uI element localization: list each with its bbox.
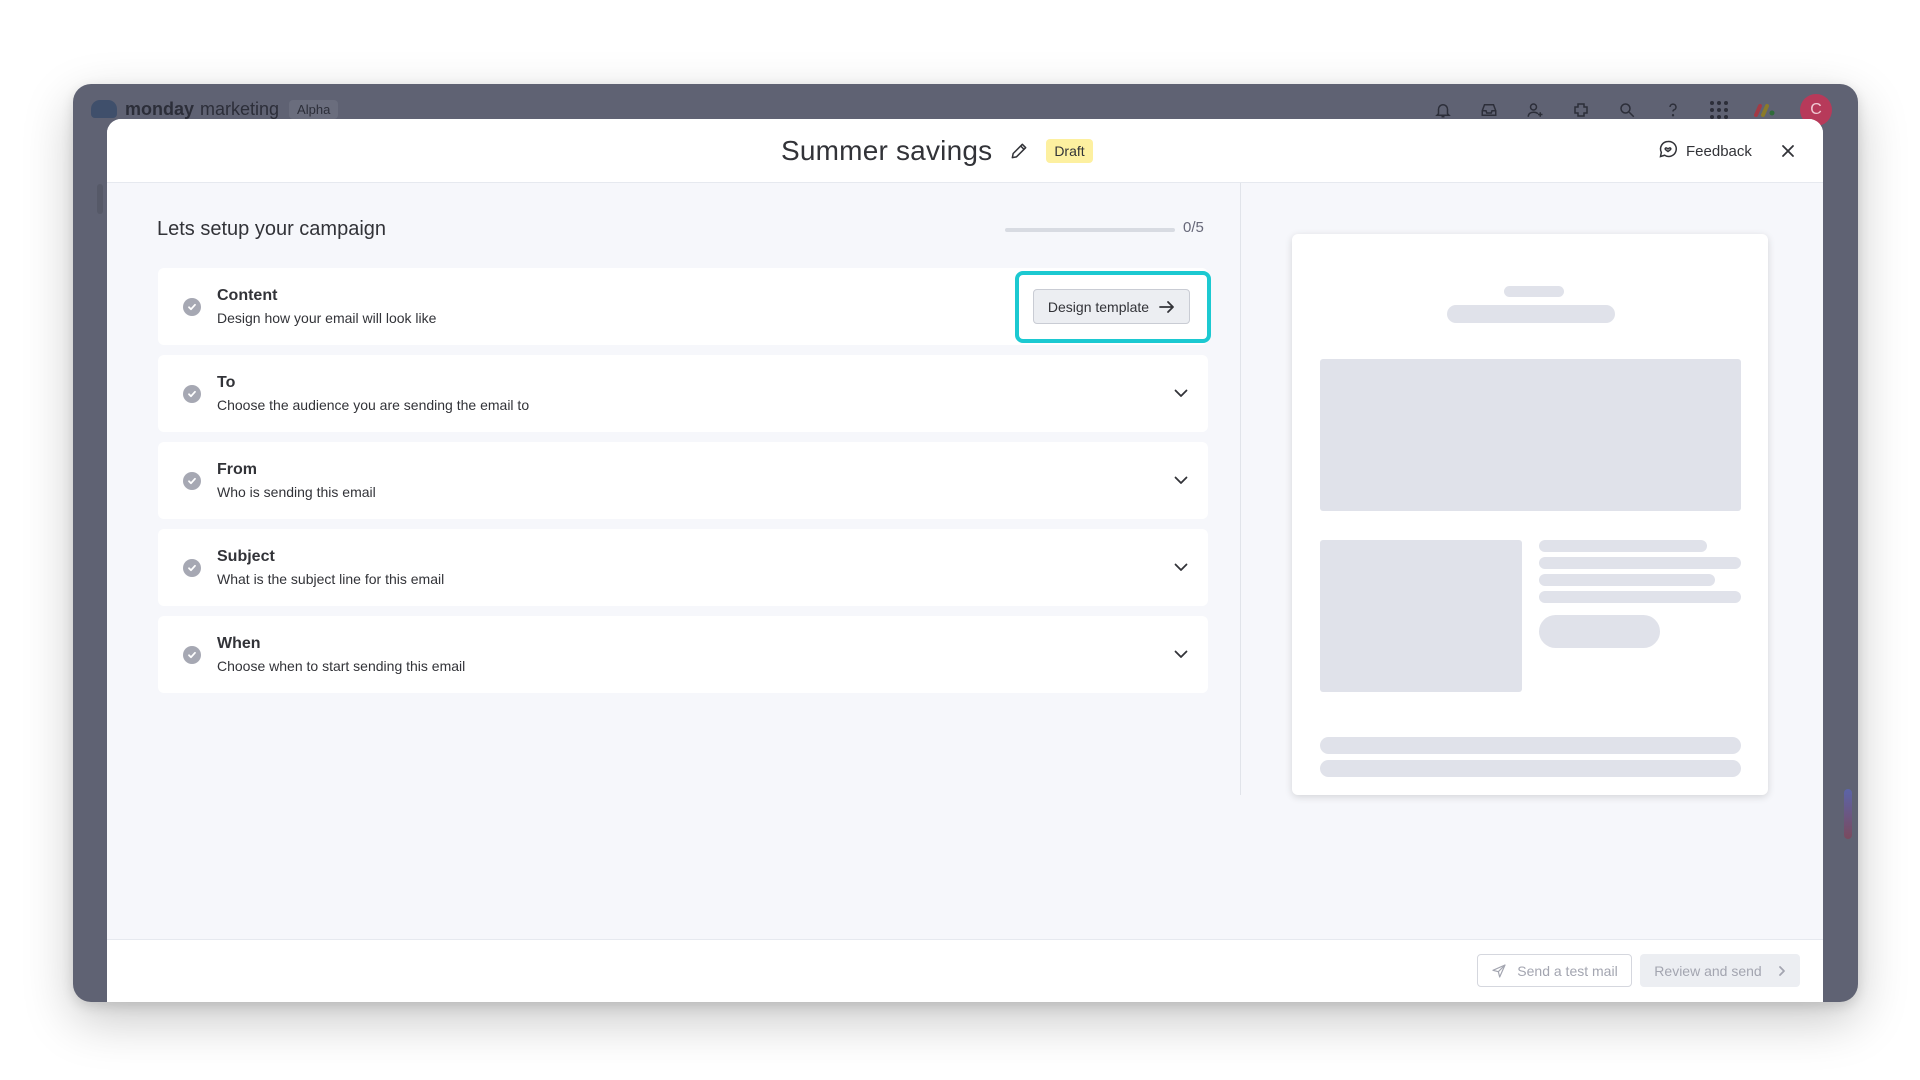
preview-button-placeholder (1539, 615, 1660, 648)
check-circle-icon (183, 472, 201, 490)
check-circle-icon (183, 298, 201, 316)
app-brand-sub: marketing (200, 98, 280, 119)
step-subject[interactable]: Subject What is the subject line for thi… (158, 529, 1208, 606)
step-description: What is the subject line for this email (217, 571, 445, 587)
chevron-down-icon[interactable] (1171, 557, 1191, 577)
monday-logo-icon (91, 100, 117, 118)
step-title: When (217, 635, 261, 652)
review-and-send-button[interactable]: Review and send (1640, 954, 1800, 987)
chevron-down-icon[interactable] (1171, 470, 1191, 490)
send-icon (1492, 963, 1506, 978)
send-test-mail-label: Send a test mail (1517, 962, 1618, 979)
app-brand: monday (125, 98, 195, 119)
chat-bubble-icon (1658, 139, 1678, 163)
bell-icon[interactable] (1432, 99, 1454, 121)
check-circle-icon (183, 646, 201, 664)
monday-logo-icon[interactable] (1754, 99, 1776, 121)
preview-hero-placeholder (1320, 359, 1741, 511)
step-to[interactable]: To Choose the audience you are sending t… (158, 355, 1208, 432)
modal-header: Summer savings Draft Feedback (107, 119, 1823, 183)
step-title: Subject (217, 548, 275, 565)
preview-placeholder (1539, 574, 1715, 586)
step-title: From (217, 461, 257, 478)
status-badge: Draft (1046, 139, 1093, 163)
feedback-label: Feedback (1686, 142, 1752, 160)
preview-placeholder (1539, 540, 1707, 552)
send-test-mail-button[interactable]: Send a test mail (1477, 954, 1632, 987)
modal-footer: Send a test mail Review and send (107, 939, 1823, 1002)
check-circle-icon (183, 559, 201, 577)
design-template-label: Design template (1047, 298, 1150, 315)
apps-grid-icon[interactable] (1708, 99, 1730, 121)
chevron-right-icon (1778, 965, 1785, 976)
review-and-send-label: Review and send (1654, 962, 1762, 979)
step-description: Choose when to start sending this email (217, 658, 466, 674)
setup-panel: Lets setup your campaign 0/5 Content Des… (107, 183, 1241, 795)
step-content[interactable]: Content Design how your email will look … (158, 268, 1211, 345)
inbox-icon[interactable] (1478, 99, 1500, 121)
preview-placeholder (1320, 737, 1741, 754)
preview-placeholder (1504, 286, 1564, 297)
step-from[interactable]: From Who is sending this email (158, 442, 1208, 519)
scrollbar[interactable] (1844, 789, 1852, 839)
title-group: Summer savings Draft (781, 132, 1093, 170)
progress-text: 0/5 (1183, 219, 1204, 236)
design-template-button[interactable]: Design template (1033, 289, 1190, 324)
section-heading: Lets setup your campaign (157, 218, 387, 240)
search-icon[interactable] (1616, 99, 1638, 121)
preview-placeholder (1447, 305, 1615, 323)
close-button[interactable] (1775, 138, 1801, 164)
pencil-icon[interactable] (1008, 140, 1030, 162)
step-title: Content (217, 287, 278, 304)
preview-image-placeholder (1320, 540, 1522, 692)
page-title: Summer savings (781, 135, 993, 166)
preview-placeholder (1539, 591, 1741, 603)
arrow-right-icon (1159, 300, 1174, 313)
step-description: Who is sending this email (217, 484, 376, 500)
invite-user-icon[interactable] (1524, 99, 1546, 121)
preview-placeholder (1539, 557, 1741, 569)
progress-bar (1005, 228, 1175, 232)
feedback-button[interactable]: Feedback (1658, 136, 1752, 166)
step-description: Design how your email will look like (217, 310, 437, 326)
help-icon[interactable] (1662, 99, 1684, 121)
close-icon (1782, 145, 1794, 157)
alpha-badge: Alpha (289, 99, 339, 119)
preview-placeholder (1320, 760, 1741, 777)
chevron-down-icon[interactable] (1171, 644, 1191, 664)
sidebar-indicator (97, 184, 103, 214)
integrations-icon[interactable] (1570, 99, 1592, 121)
email-preview (1292, 234, 1768, 795)
step-when[interactable]: When Choose when to start sending this e… (158, 616, 1208, 693)
step-description: Choose the audience you are sending the … (217, 397, 530, 413)
check-circle-icon (183, 385, 201, 403)
campaign-modal: Summer savings Draft Feedback Lets setup… (107, 119, 1823, 1002)
step-title: To (217, 374, 236, 391)
chevron-down-icon[interactable] (1171, 383, 1191, 403)
